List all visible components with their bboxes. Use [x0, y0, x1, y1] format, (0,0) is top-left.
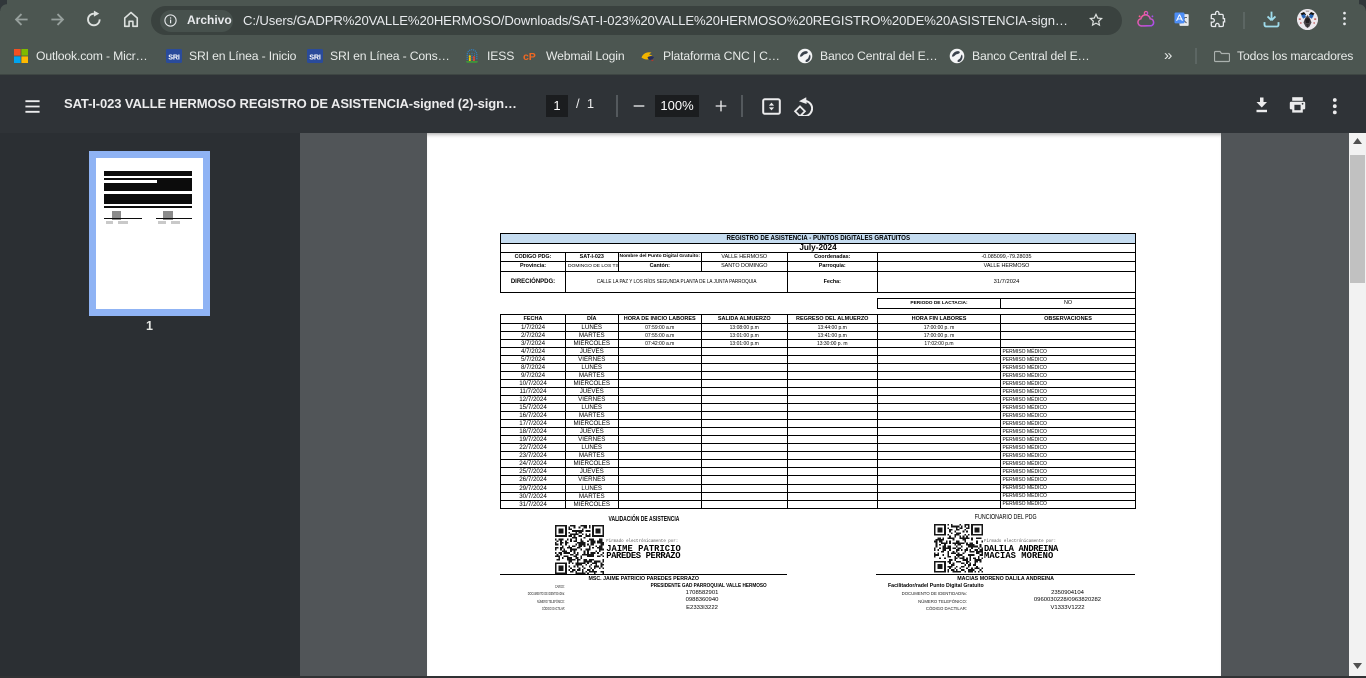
- svg-text:cP: cP: [523, 51, 536, 63]
- svg-text:SRI: SRI: [168, 52, 180, 61]
- svg-text:SRI: SRI: [309, 52, 321, 61]
